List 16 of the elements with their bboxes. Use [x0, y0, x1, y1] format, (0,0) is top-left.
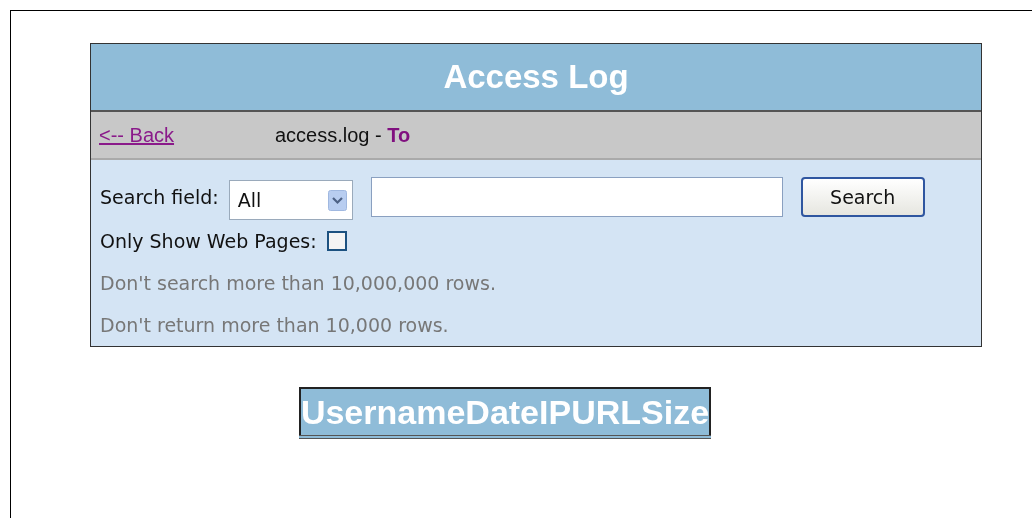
page-title: Access Log [443, 58, 629, 96]
web-pages-checkbox[interactable] [326, 231, 347, 251]
search-label: Search field: [100, 186, 219, 208]
file-name: access.log - To [275, 123, 411, 147]
limit-note: Don't return more than 10,000 rows. [100, 314, 450, 336]
column-header: Size [641, 388, 711, 437]
back-link[interactable]: <-- Back [99, 123, 275, 147]
column-header: URL [571, 388, 642, 437]
search-button[interactable]: Search [800, 177, 925, 217]
search-input[interactable] [370, 177, 783, 217]
column-header: Username [299, 388, 466, 437]
column-header: IP [539, 388, 572, 437]
column-header: Date [465, 388, 540, 437]
web-pages-label: Only Show Web Pages: [100, 230, 317, 252]
limit-note: Don't search more than 10,000,000 rows. [100, 272, 497, 294]
field-select[interactable]: All [228, 180, 353, 220]
